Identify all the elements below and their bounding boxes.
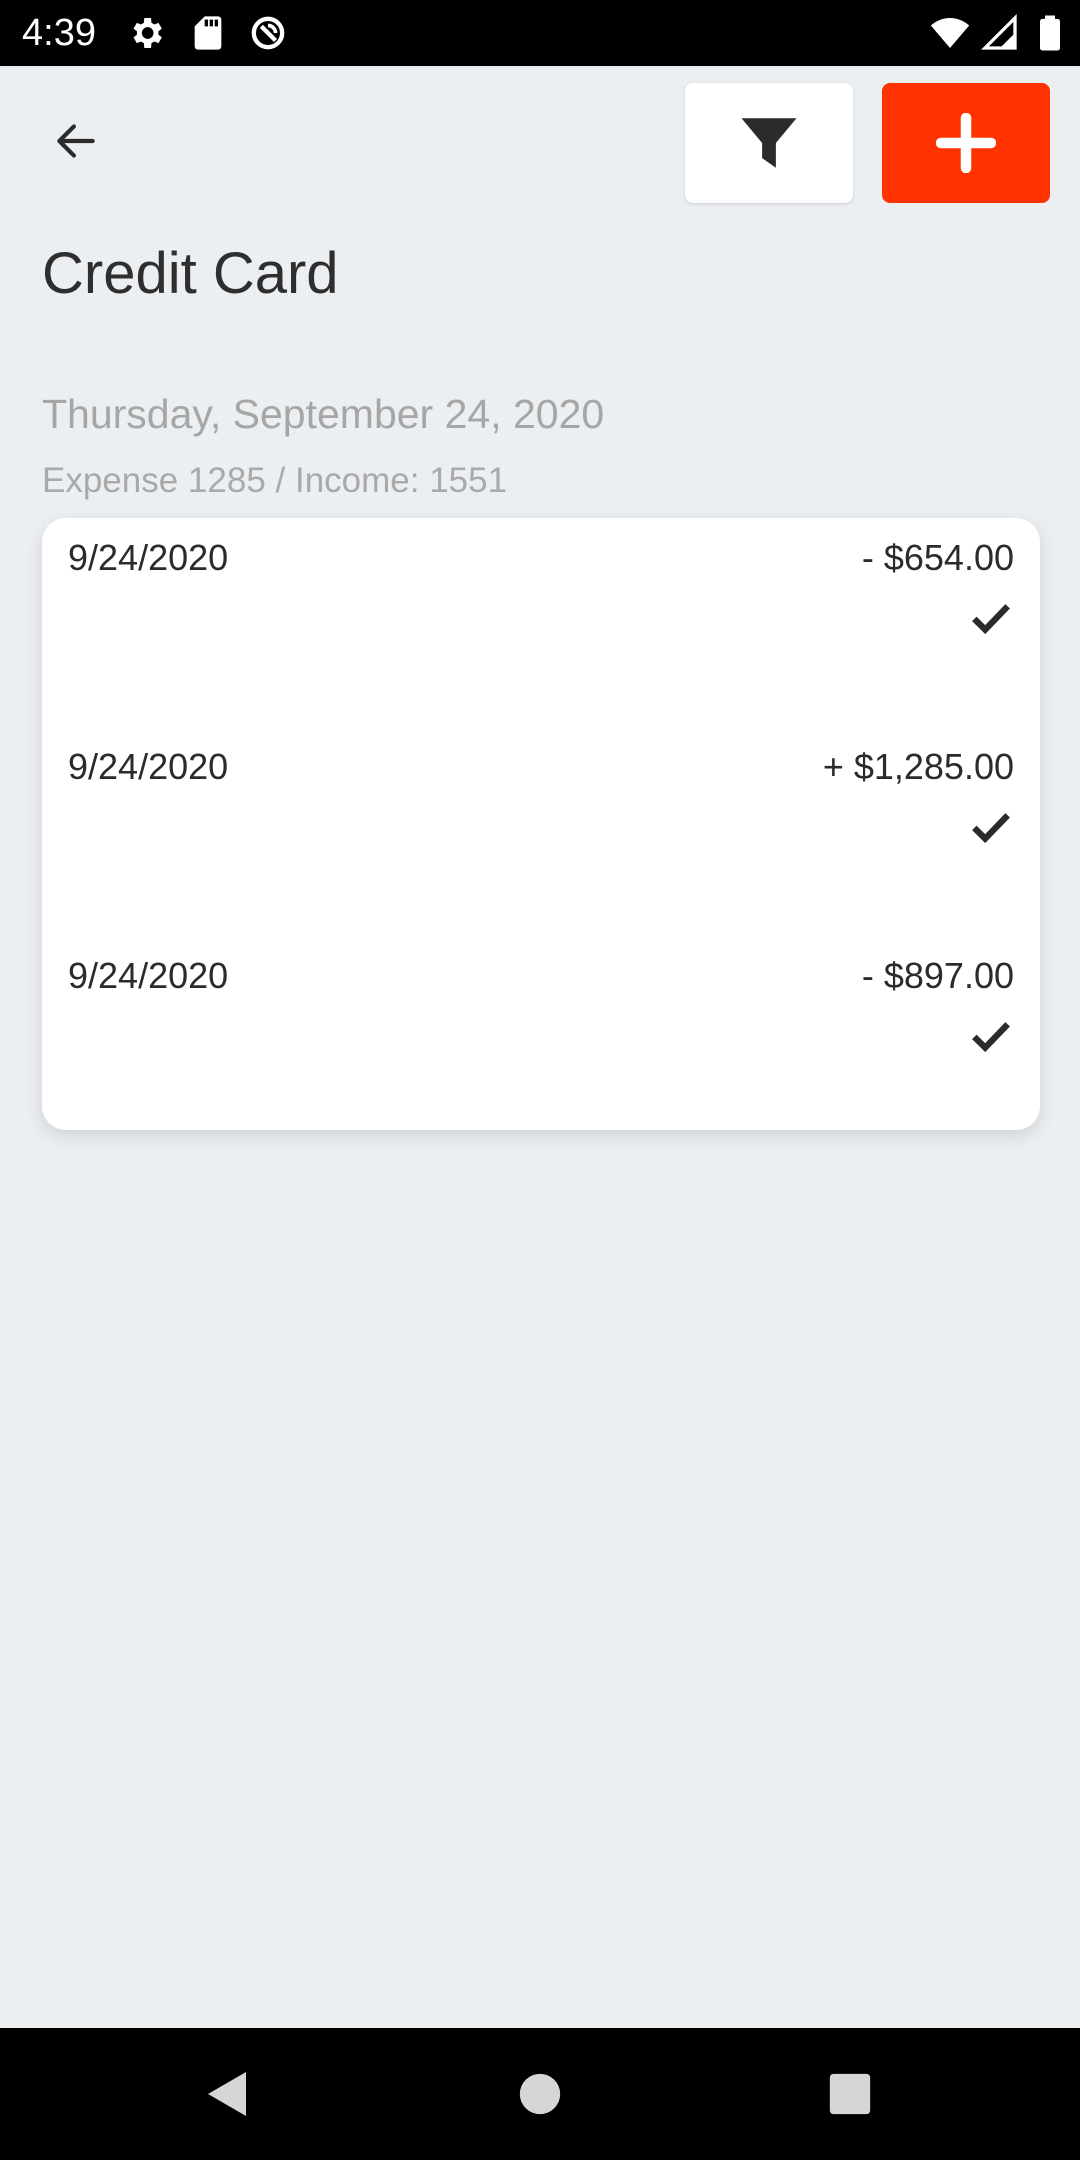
transaction-date: 9/24/2020 [68,746,229,787]
section-date: Thursday, September 24, 2020 [42,391,605,437]
nav-home-button[interactable] [510,2064,570,2124]
sync-icon [251,16,285,50]
battery-icon [1040,15,1060,51]
transaction-date: 9/24/2020 [68,955,229,996]
wifi-icon [930,18,970,48]
sd-card-icon [194,16,222,50]
section-summary: Expense 1285 / Income: 1551 [42,461,508,500]
nav-back-button[interactable] [196,2064,256,2124]
navigation-bar [0,2028,1080,2160]
filter-button[interactable] [685,83,853,203]
add-transaction-button[interactable] [882,83,1050,203]
check-icon [972,604,1010,635]
page-title: Credit Card [42,241,339,306]
check-icon [972,813,1010,844]
transaction-row[interactable]: 9/24/2020 + $1,285.00 [42,727,1040,936]
settings-icon [133,18,162,48]
nav-recents-button[interactable] [820,2064,880,2124]
arrow-back-icon [57,124,95,158]
plus-icon [936,113,996,173]
check-icon [972,1022,1010,1053]
status-bar: 4:39 [0,0,1080,66]
transaction-amount: - $654.00 [861,537,1014,578]
transaction-row[interactable]: 9/24/2020 - $897.00 [42,936,1040,1145]
recents-square-icon [829,2073,871,2115]
back-button[interactable] [36,106,116,176]
back-triangle-icon [208,2072,246,2116]
transaction-amount: - $897.00 [861,955,1014,996]
transaction-row[interactable]: 9/24/2020 - $654.00 [42,518,1040,727]
home-circle-icon [519,2073,561,2115]
status-time: 4:39 [22,12,96,54]
transaction-date: 9/24/2020 [68,537,229,578]
signal-icon [980,13,1017,50]
filter-icon [741,118,797,168]
transaction-amount: + $1,285.00 [822,746,1014,787]
transactions-card: 9/24/2020 - $654.00 9/24/2020 + $1,285.0… [42,518,1040,1130]
